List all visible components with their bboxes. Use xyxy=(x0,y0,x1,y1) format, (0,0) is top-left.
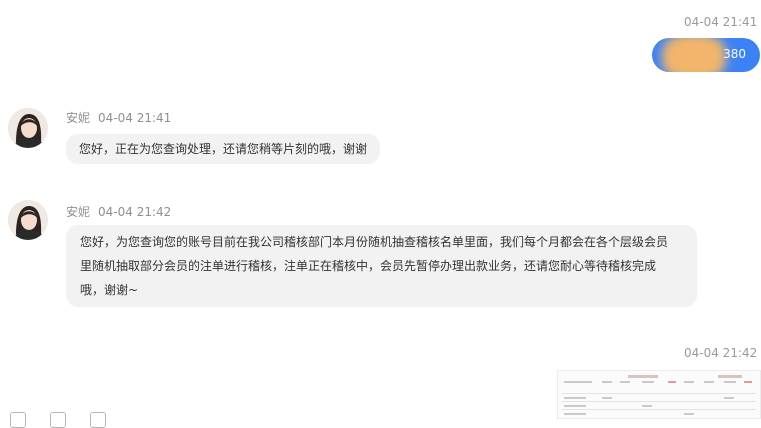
table-thumbnail-image[interactable] xyxy=(557,370,761,419)
sender-line: 安妮 04-04 21:42 xyxy=(66,203,171,220)
avatar-image xyxy=(8,200,48,240)
incoming-message-bubble[interactable]: 您好，正在为您查询处理，还请您稍等片刻的哦，谢谢 xyxy=(66,134,381,164)
avatar-image xyxy=(8,108,48,148)
avatar[interactable] xyxy=(8,200,48,240)
sender-line: 安妮 04-04 21:41 xyxy=(66,109,171,126)
sender-name: 安妮 xyxy=(66,205,91,219)
message-timestamp: 04-04 21:42 xyxy=(98,205,172,219)
message-timestamp: 04-04 21:41 xyxy=(98,111,172,125)
sender-name: 安妮 xyxy=(66,111,91,125)
message-line: 哦，谢谢~ xyxy=(80,283,139,297)
message-line: 您好，为您查询您的账号目前在我公司稽核部门本月份随机抽查稽核名单里面，我们每个月… xyxy=(80,235,669,249)
outgoing-image-timestamp: 04-04 21:42 xyxy=(684,346,758,360)
message-text: 您好，正在为您查询处理，还请您稍等片刻的哦，谢谢 xyxy=(79,142,368,156)
outgoing-message-text: 380 xyxy=(723,47,746,61)
toolbar-icon[interactable] xyxy=(50,412,66,428)
redaction-mark xyxy=(662,38,726,72)
outgoing-timestamp: 04-04 21:41 xyxy=(684,15,758,29)
avatar[interactable] xyxy=(8,108,48,148)
message-line: 里随机抽取部分会员的注单进行稽核，注单正在稽核中，会员先暂停办理出款业务，还请您… xyxy=(80,259,657,273)
toolbar-icon[interactable] xyxy=(10,412,26,428)
toolbar-icon[interactable] xyxy=(90,412,106,428)
incoming-message-bubble[interactable]: 您好，为您查询您的账号目前在我公司稽核部门本月份随机抽查稽核名单里面，我们每个月… xyxy=(66,225,697,307)
outgoing-message-bubble[interactable]: 380 xyxy=(652,38,760,72)
toolbar xyxy=(0,410,140,428)
